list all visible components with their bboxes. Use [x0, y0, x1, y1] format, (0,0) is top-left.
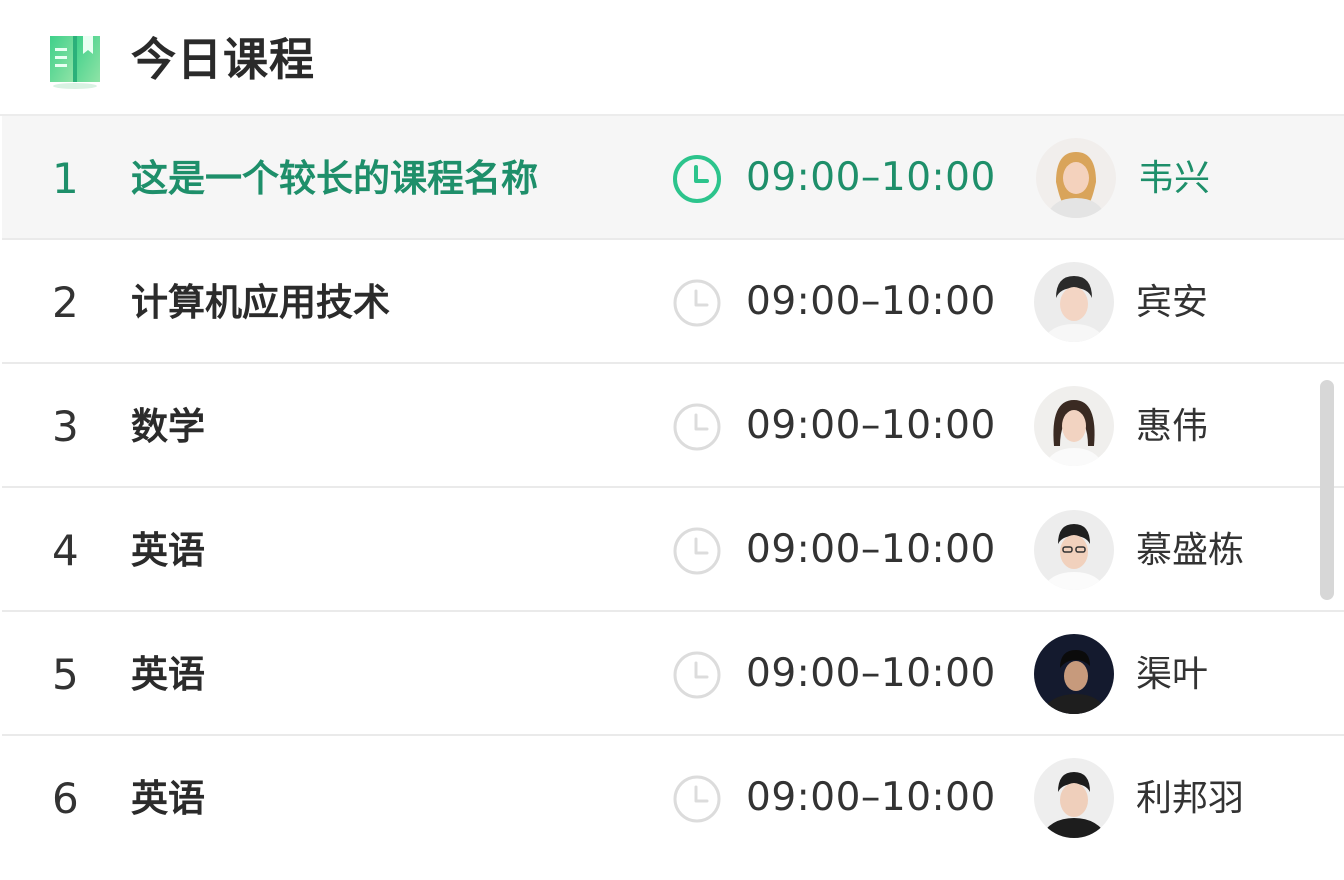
course-index: 6 [52, 774, 79, 823]
page-title: 今日课程 [131, 33, 316, 86]
course-name: 英语 [131, 529, 205, 572]
course-name: 数学 [131, 405, 205, 448]
avatar [1034, 634, 1114, 714]
teacher-name: 惠伟 [1136, 406, 1209, 447]
course-time: 09:00–10:00 [746, 651, 996, 696]
course-index: 5 [52, 650, 79, 699]
course-index: 3 [52, 402, 79, 451]
clock-icon [673, 527, 721, 575]
course-index: 1 [52, 154, 79, 203]
course-name: 英语 [131, 653, 205, 696]
teacher-name: 利邦羽 [1136, 778, 1245, 819]
teacher-name: 渠叶 [1136, 654, 1209, 695]
course-row[interactable]: 3 数学 09:00–10:00 惠伟 [2, 364, 1344, 488]
clock-icon [673, 651, 721, 699]
course-time: 09:00–10:00 [746, 403, 996, 448]
clock-icon [673, 775, 721, 823]
course-row[interactable]: 2 计算机应用技术 09:00–10:00 宾安 [2, 240, 1344, 364]
course-index: 4 [52, 526, 79, 575]
course-name: 这是一个较长的课程名称 [131, 157, 538, 200]
course-time: 09:00–10:00 [746, 279, 996, 324]
course-time: 09:00–10:00 [746, 527, 996, 572]
course-row[interactable]: 4 英语 09:00–10:00 慕盛栋 [2, 488, 1344, 612]
course-time: 09:00–10:00 [746, 775, 996, 820]
course-name: 计算机应用技术 [131, 281, 390, 324]
clock-icon [673, 279, 721, 327]
teacher-name: 慕盛栋 [1136, 530, 1245, 571]
course-index: 2 [52, 278, 79, 327]
book-icon [50, 36, 100, 89]
avatar [1034, 262, 1114, 342]
clock-icon [673, 155, 721, 203]
course-time: 09:00–10:00 [746, 155, 996, 200]
course-list: 1 这是一个较长的课程名称 09:00–10:00 韦兴 2 计算机应用技术 0… [0, 116, 1344, 880]
course-row[interactable]: 1 这是一个较长的课程名称 09:00–10:00 韦兴 [2, 116, 1344, 240]
course-row[interactable]: 5 英语 09:00–10:00 渠叶 [2, 612, 1344, 736]
header: 今日课程 [0, 0, 1344, 116]
avatar [1034, 510, 1114, 590]
teacher-name: 韦兴 [1138, 158, 1211, 199]
teacher-name: 宾安 [1136, 282, 1209, 323]
scrollbar[interactable] [1320, 380, 1334, 600]
avatar [1034, 758, 1114, 838]
avatar [1036, 138, 1116, 218]
avatar [1034, 386, 1114, 466]
course-name: 英语 [131, 777, 205, 820]
clock-icon [673, 403, 721, 451]
course-row[interactable]: 6 英语 09:00–10:00 利邦羽 [2, 736, 1344, 860]
